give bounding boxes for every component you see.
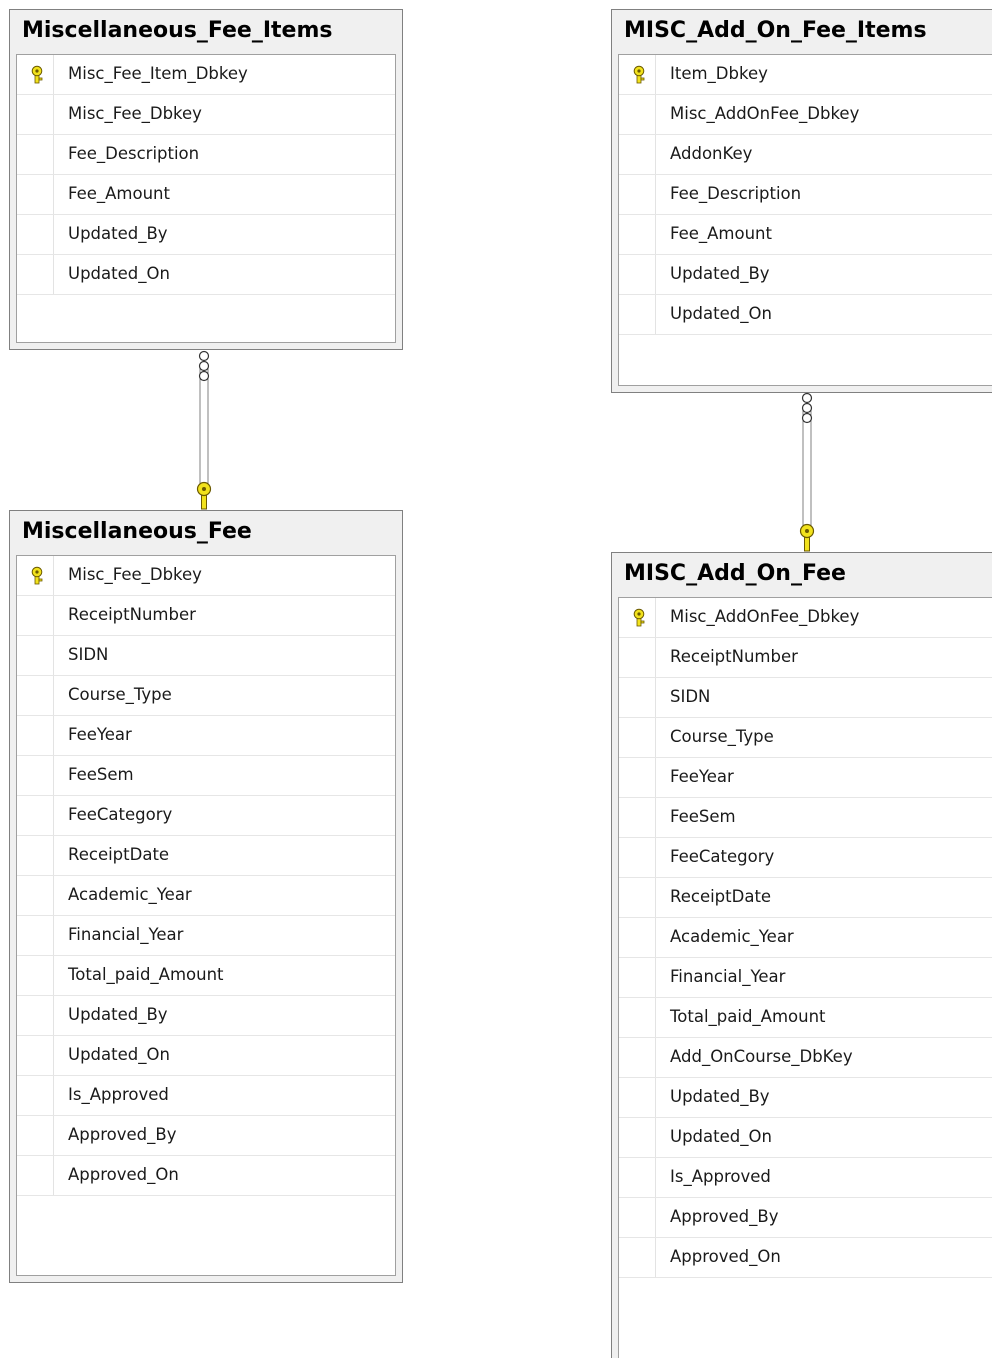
key-icon	[196, 481, 212, 510]
connector-line	[802, 409, 812, 531]
infinity-icon	[198, 350, 210, 382]
relationship-connector[interactable]	[799, 392, 815, 552]
relationship-connector[interactable]	[196, 350, 212, 510]
key-icon	[799, 523, 815, 552]
infinity-icon	[801, 392, 813, 424]
relationship-lines	[196, 350, 815, 552]
connector-line	[199, 367, 209, 489]
